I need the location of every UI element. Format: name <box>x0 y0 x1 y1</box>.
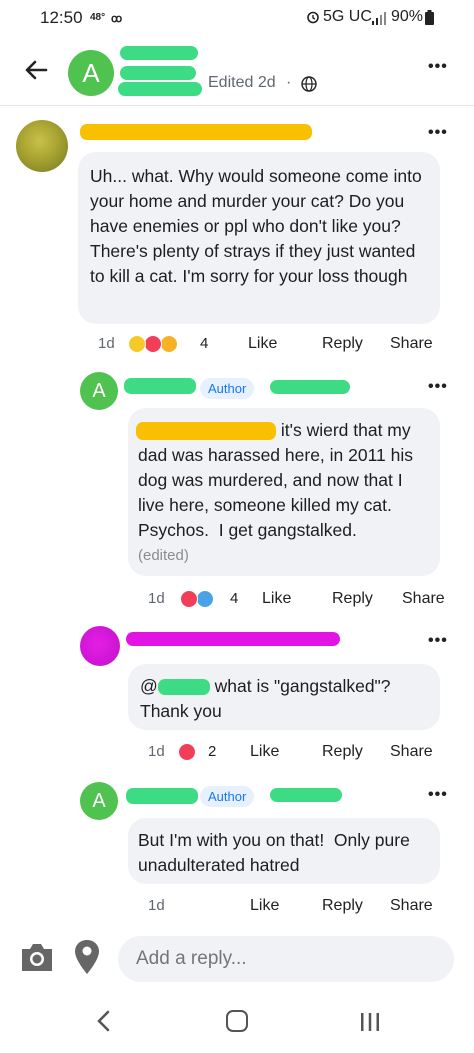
like-button[interactable]: Like <box>250 743 279 761</box>
avatar[interactable] <box>80 626 120 666</box>
redacted-name <box>120 66 196 80</box>
redacted-name <box>270 380 350 394</box>
avatar[interactable]: A <box>80 372 118 410</box>
comment-time: 1d <box>148 743 165 760</box>
more-options-icon[interactable]: ••• <box>428 58 448 76</box>
globe-icon <box>301 76 317 92</box>
redacted-name <box>270 788 342 802</box>
author-badge: Author <box>200 378 255 399</box>
back-arrow-icon[interactable] <box>22 56 50 84</box>
reply-input[interactable] <box>118 936 454 982</box>
redacted-mention <box>136 422 276 440</box>
avatar[interactable]: A <box>80 782 118 820</box>
battery-level: 90% <box>391 8 424 25</box>
post-header: A Edited 2d · ••• <box>0 38 474 106</box>
share-button[interactable]: Share <box>390 897 433 915</box>
signal-icon <box>372 12 386 25</box>
reaction-icon <box>160 335 178 353</box>
author-badge: Author <box>200 786 255 807</box>
reaction-icon <box>128 335 146 353</box>
more-options-icon[interactable]: ••• <box>428 124 448 142</box>
voicemail-icon: ꝏ <box>111 13 123 25</box>
like-button[interactable]: Like <box>262 590 291 608</box>
status-time: 12:50 <box>40 8 83 27</box>
status-bar: 12:50 48° ꝏ 5G UC 90% <box>0 0 474 38</box>
alarm-icon <box>307 11 319 24</box>
comment-bubble: But I'm with you on that! Only pure unad… <box>128 818 440 884</box>
camera-icon[interactable] <box>18 940 56 974</box>
like-button[interactable]: Like <box>250 897 279 915</box>
comment-bubble: @ what is "gangstalked"? Thank you <box>128 664 440 730</box>
nav-recent-apps-icon[interactable] <box>359 1012 381 1032</box>
redacted-name <box>118 82 202 96</box>
redacted-name <box>126 632 340 646</box>
reply-composer <box>0 926 474 996</box>
comment-bubble: it's wierd that my dad was harassed here… <box>128 408 440 576</box>
reaction-icon <box>178 743 196 761</box>
redacted-name <box>120 46 198 60</box>
avatar[interactable]: A <box>68 50 114 96</box>
reaction-icon <box>180 590 198 608</box>
more-options-icon[interactable]: ••• <box>428 632 448 650</box>
comment-text: Uh... what. Why would someone come into … <box>90 166 427 286</box>
more-options-icon[interactable]: ••• <box>428 786 448 804</box>
comment-text: But I'm with you on that! Only pure unad… <box>138 830 415 875</box>
reply-button[interactable]: Reply <box>332 590 373 608</box>
share-button[interactable]: Share <box>390 743 433 761</box>
share-button[interactable]: Share <box>402 590 445 608</box>
comment-time: 1d <box>148 897 165 914</box>
mention-prefix: @ <box>140 676 158 696</box>
comment-bubble: Uh... what. Why would someone come into … <box>78 152 440 324</box>
reply-button[interactable]: Reply <box>322 743 363 761</box>
redacted-name <box>126 788 198 804</box>
comment-time: 1d <box>98 335 115 352</box>
nav-back-icon[interactable] <box>96 1010 112 1032</box>
system-nav-bar <box>0 998 474 1053</box>
reaction-icon <box>196 590 214 608</box>
comment-text: @ what is "gangstalked"? Thank you <box>140 676 396 721</box>
like-button[interactable]: Like <box>248 335 277 353</box>
nav-home-icon[interactable] <box>226 1010 248 1032</box>
battery-icon <box>425 10 434 25</box>
more-options-icon[interactable]: ••• <box>428 378 448 396</box>
redacted-name <box>80 124 312 140</box>
share-button[interactable]: Share <box>390 335 433 353</box>
comment-time: 1d <box>148 590 165 607</box>
reaction-count: 4 <box>200 335 209 352</box>
status-temperature: 48° <box>90 12 106 23</box>
redacted-name <box>124 378 196 394</box>
reply-button[interactable]: Reply <box>322 335 363 353</box>
network-type: 5G UC <box>323 8 372 25</box>
redacted-mention <box>157 679 210 696</box>
avatar[interactable] <box>16 120 68 172</box>
edited-label: (edited) <box>138 547 189 564</box>
reaction-count: 4 <box>230 590 239 607</box>
reply-button[interactable]: Reply <box>322 897 363 915</box>
edited-label: Edited 2d <box>208 74 276 91</box>
reaction-icon <box>144 335 162 353</box>
location-pin-icon[interactable] <box>70 938 104 976</box>
reaction-count: 2 <box>208 743 217 760</box>
separator-dot: · <box>286 74 292 91</box>
